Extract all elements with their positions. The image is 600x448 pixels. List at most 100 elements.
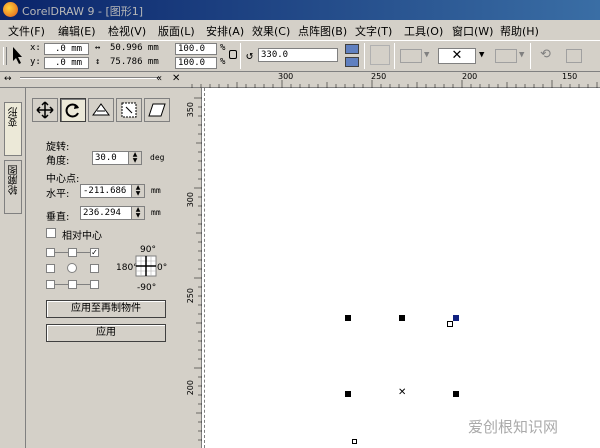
page-border [204, 88, 205, 448]
docker-tabs: 变形 轮廓图 [0, 88, 26, 448]
ruler-label-350: 350 [186, 102, 195, 118]
vertical-spinner[interactable]: ▲ ▼ [131, 206, 145, 220]
scale-x-field[interactable]: 100.0 [175, 43, 217, 55]
apply-to-duplicate-button[interactable]: 应用至再制物件 [46, 300, 166, 318]
x-field[interactable]: .0 mm [44, 43, 89, 55]
selection-handle[interactable] [453, 391, 459, 397]
menu-layout[interactable]: 版面(L) [158, 23, 195, 39]
center-x-marker[interactable]: ✕ [398, 387, 406, 398]
angle-unit: deg [150, 153, 165, 162]
ruler-label-200: 200 [462, 72, 478, 81]
relative-center-checkbox[interactable] [46, 228, 56, 238]
wrap-text-icon[interactable] [566, 49, 582, 63]
y-field[interactable]: .0 mm [44, 57, 89, 69]
ruler-label-250: 250 [186, 288, 195, 304]
scale-y-field[interactable]: 100.0 [175, 57, 217, 69]
menu-file[interactable]: 文件(F) [8, 23, 45, 39]
vertical-input[interactable]: 236.294 [80, 206, 134, 220]
vertical-ruler[interactable]: 350 300 250 200 [186, 88, 202, 448]
transform-panel: 旋转: 角度: 30.0 ▲ ▼ deg 中心点: 水平: -211.686 ▲ ▼… [26, 88, 186, 448]
percent-x: % [220, 43, 226, 53]
size-tab-icon[interactable] [116, 98, 142, 122]
menu-window[interactable]: 窗口(W) [452, 23, 493, 39]
horizontal-input[interactable]: -211.686 [80, 184, 134, 198]
node-handle[interactable] [352, 439, 357, 444]
height-icon: ↕ [95, 57, 101, 67]
convert-to-curves-icon[interactable]: ⟲ [540, 47, 551, 62]
ruler-ticks [191, 80, 598, 88]
rotate-section-label: 旋转: [46, 142, 70, 153]
height-field[interactable]: 75.786 mm [110, 57, 159, 67]
anchor-top-center-checkbox[interactable] [68, 248, 77, 257]
rotate-tab-icon[interactable] [60, 98, 86, 122]
center-label: 中心点: [46, 174, 80, 185]
horizontal-label: 水平: [46, 189, 70, 200]
menu-edit[interactable]: 编辑(E) [58, 23, 96, 39]
docker-menu-icon[interactable]: « [156, 73, 162, 84]
menu-bar: 文件(F) 编辑(E) 检视(V) 版面(L) 安排(A) 效果(C) 点阵图(… [0, 20, 600, 40]
mirror-horizontal-icon[interactable] [345, 44, 359, 54]
outline-width-swatch[interactable] [495, 49, 517, 63]
menu-help[interactable]: 帮助(H) [500, 23, 539, 39]
apply-button[interactable]: 应用 [46, 324, 166, 342]
menu-view[interactable]: 检视(V) [108, 23, 146, 39]
anchor-line [55, 284, 68, 285]
menu-bitmaps[interactable]: 点阵图(B) [298, 23, 347, 39]
anchor-middle-left-checkbox[interactable] [46, 264, 55, 273]
chevron-down-icon[interactable]: ▼ [424, 50, 429, 60]
position-tab-icon[interactable] [32, 98, 58, 122]
rotation-field[interactable]: 330.0 [258, 48, 338, 62]
angle-spinner[interactable]: ▲ ▼ [128, 151, 142, 165]
separator [364, 43, 365, 69]
rotation-center-marker[interactable] [447, 321, 453, 327]
selection-handle[interactable] [345, 315, 351, 321]
y-label: y: [30, 57, 41, 67]
separator [240, 43, 241, 69]
anchor-bottom-left-checkbox[interactable] [46, 280, 55, 289]
anchor-top-left-checkbox[interactable] [46, 248, 55, 257]
ruler-label-300: 300 [186, 192, 195, 208]
menu-text[interactable]: 文字(T) [355, 23, 392, 39]
pick-tool-icon[interactable] [10, 45, 26, 65]
horizontal-spinner[interactable]: ▲ ▼ [131, 184, 145, 198]
deg-right-label: 0° [157, 263, 168, 273]
width-field[interactable]: 50.996 mm [110, 43, 159, 53]
property-bar: x: y: .0 mm .0 mm ↔ ↕ 50.996 mm 75.786 m… [0, 40, 600, 72]
fill-swatch[interactable] [400, 49, 422, 63]
anchor-center-radio[interactable] [67, 263, 77, 273]
scale-mirror-tab-icon[interactable] [88, 98, 114, 122]
tab-contour[interactable]: 轮廓图 [4, 160, 22, 214]
horizontal-ruler[interactable]: 300 250 200 150 [186, 72, 600, 88]
menu-arrange[interactable]: 安排(A) [206, 23, 244, 39]
docker-pin-icon[interactable]: ↔ [4, 74, 12, 84]
anchor-top-right-checkbox[interactable]: ✓ [90, 248, 99, 257]
ruler-label-250: 250 [371, 72, 387, 81]
group-icon[interactable] [370, 45, 390, 65]
vertical-unit: mm [151, 208, 161, 217]
drawing-canvas[interactable]: ✕ 爱创根知识网 [202, 88, 600, 448]
lock-ratio-icon[interactable] [229, 50, 237, 59]
separator [394, 43, 395, 69]
tab-transform[interactable]: 变形 [4, 102, 22, 156]
selection-handle[interactable] [453, 315, 459, 321]
outline-color-swatch[interactable]: ✕ [438, 48, 476, 64]
separator [530, 43, 531, 69]
selection-handle[interactable] [345, 391, 351, 397]
ruler-label-200: 200 [186, 380, 195, 396]
anchor-middle-right-checkbox[interactable] [90, 264, 99, 273]
chevron-down-icon[interactable]: ▼ [479, 50, 484, 60]
angle-input[interactable]: 30.0 [92, 151, 132, 165]
skew-tab-icon[interactable] [144, 98, 170, 122]
docker-close-icon[interactable]: ✕ [172, 73, 180, 84]
percent-y: % [220, 57, 226, 67]
mirror-vertical-icon[interactable] [345, 57, 359, 67]
anchor-bottom-center-checkbox[interactable] [68, 280, 77, 289]
chevron-down-icon[interactable]: ▼ [519, 50, 524, 60]
anchor-bottom-right-checkbox[interactable] [90, 280, 99, 289]
selection-handle[interactable] [399, 315, 405, 321]
menu-effects[interactable]: 效果(C) [252, 23, 290, 39]
watermark: 爱创根知识网 [468, 418, 559, 436]
x-label: x: [30, 43, 41, 53]
angle-compass-icon[interactable] [134, 254, 158, 278]
menu-tools[interactable]: 工具(O) [404, 23, 443, 39]
